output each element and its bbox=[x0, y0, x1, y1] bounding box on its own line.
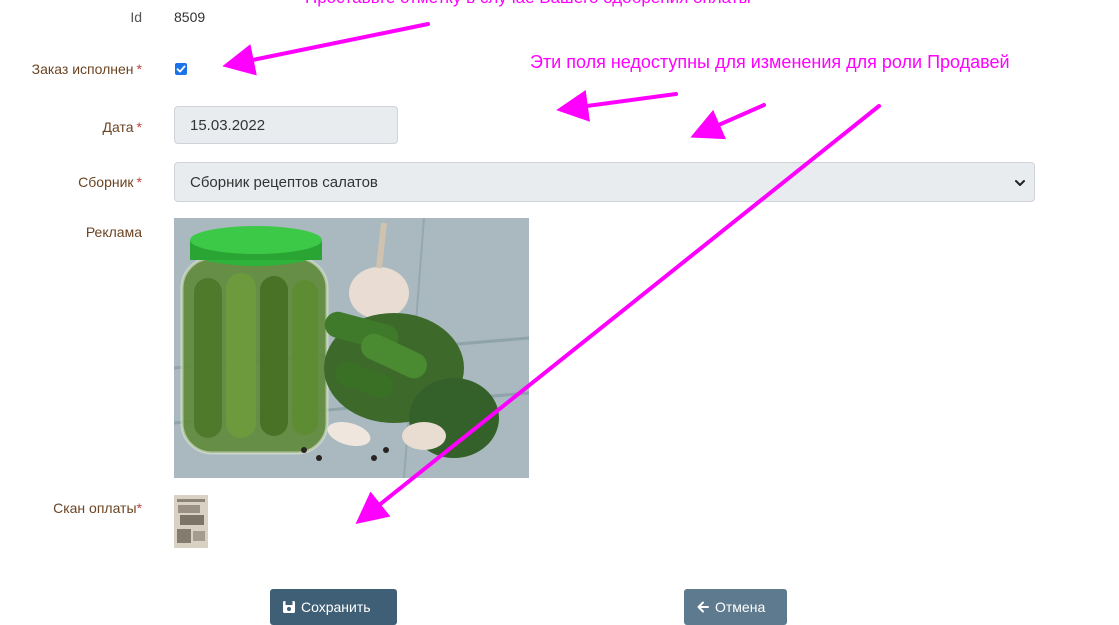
arrow-left-icon bbox=[697, 601, 709, 613]
checkmark-icon bbox=[176, 65, 186, 73]
save-button-label: Сохранить bbox=[301, 599, 371, 615]
id-value: 8509 bbox=[174, 9, 206, 25]
arrow-to-collection bbox=[690, 103, 766, 140]
cancel-button[interactable]: Отмена bbox=[684, 589, 787, 625]
annotation-arrows bbox=[222, 22, 881, 524]
order-done-label: Заказ исполнен * bbox=[31, 61, 142, 77]
collection-label: Сборник * bbox=[78, 174, 142, 190]
cancel-button-label: Отмена bbox=[715, 599, 766, 615]
arrow-to-checkbox bbox=[222, 22, 430, 76]
payment-scan-label: Скан оплаты* bbox=[53, 500, 142, 516]
document-scan-icon bbox=[174, 495, 208, 548]
save-button[interactable]: Сохранить bbox=[270, 589, 397, 625]
advert-label: Реклама bbox=[85, 224, 142, 240]
id-label: Id bbox=[130, 9, 142, 25]
advert-image bbox=[174, 218, 529, 478]
date-label: Дата * bbox=[102, 119, 142, 135]
annotation-fields-note: Эти поля недоступны для изменения для ро… bbox=[530, 52, 1010, 72]
date-field[interactable]: 15.03.2022 bbox=[174, 106, 398, 144]
arrow-to-date bbox=[556, 90, 678, 122]
pickled-cucumbers-jar-photo bbox=[174, 218, 529, 478]
chevron-down-icon bbox=[1015, 180, 1025, 186]
order-done-checkbox[interactable] bbox=[175, 63, 187, 75]
date-value: 15.03.2022 bbox=[190, 116, 266, 134]
annotation-top-note: Проставьте отметку в случае Вашего одобр… bbox=[305, 0, 751, 8]
collection-selected-value: Сборник рецептов салатов bbox=[190, 173, 378, 191]
collection-select[interactable]: Сборник рецептов салатов bbox=[174, 162, 1035, 202]
payment-scan-thumbnail[interactable] bbox=[174, 495, 208, 548]
floppy-disk-icon bbox=[283, 601, 295, 613]
